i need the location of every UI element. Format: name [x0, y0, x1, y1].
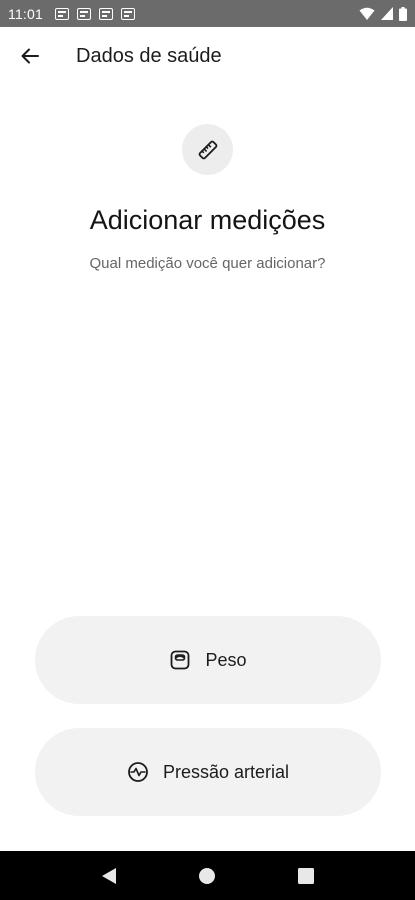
blood-pressure-button[interactable]: Pressão arterial: [35, 728, 381, 816]
ruler-icon: [198, 140, 217, 159]
status-bar: 11:01: [0, 0, 415, 27]
hero-title: Adicionar medições: [89, 205, 326, 235]
weight-button[interactable]: Peso: [35, 616, 381, 704]
arrow-back-icon: [21, 48, 39, 64]
page-title: Dados de saúde: [76, 44, 222, 67]
top-app-bar: Dados de saúde: [0, 27, 415, 85]
cellular-icon: [381, 7, 393, 20]
system-navigation-bar: [0, 851, 415, 900]
system-icons: [359, 6, 407, 21]
heart-pulse-icon: [127, 761, 149, 783]
nav-home-button[interactable]: [187, 856, 227, 896]
weight-label: Peso: [205, 649, 247, 670]
notification-icon: [77, 7, 91, 20]
hero-icon-container: [182, 124, 233, 175]
back-button[interactable]: [2, 28, 58, 84]
scale-icon: [169, 649, 191, 671]
blood-pressure-label: Pressão arterial: [162, 761, 290, 782]
nav-recents-button[interactable]: [286, 856, 326, 896]
back-triangle-icon: [102, 867, 117, 884]
battery-icon: [399, 6, 407, 21]
home-circle-icon: [199, 867, 216, 884]
status-time: 11:01: [8, 5, 43, 22]
wifi-icon: [359, 7, 375, 20]
hero-subtitle: Qual medição você quer adicionar?: [89, 255, 326, 272]
recents-square-icon: [297, 867, 314, 884]
notification-icon: [99, 7, 113, 20]
nav-back-button[interactable]: [89, 856, 129, 896]
notification-icons: [55, 7, 135, 20]
notification-icon: [121, 7, 135, 20]
notification-icon: [55, 7, 69, 20]
